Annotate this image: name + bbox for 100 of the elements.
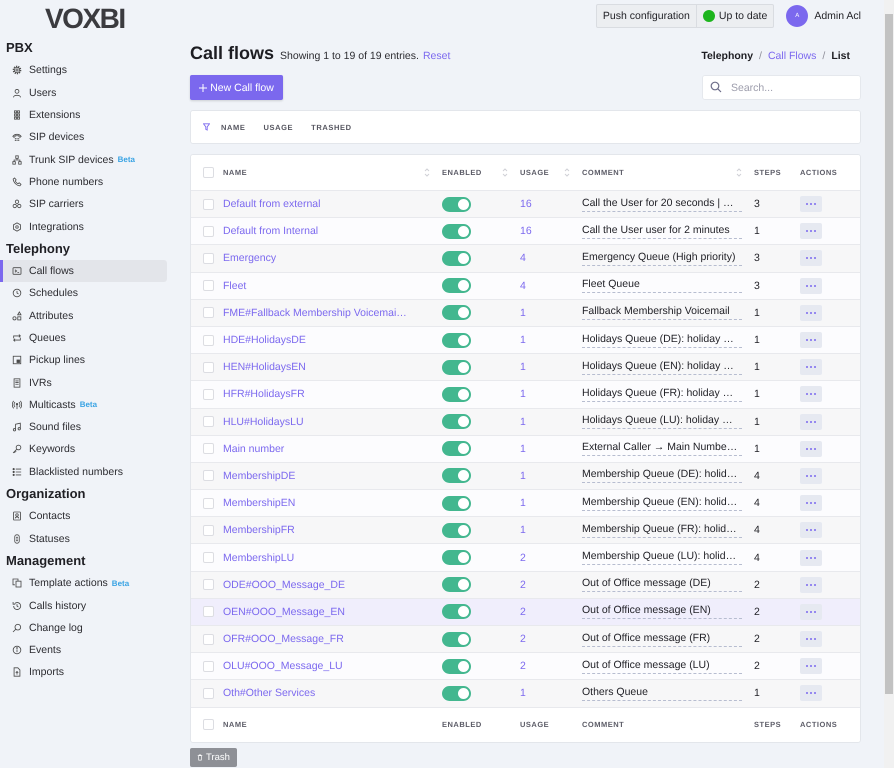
flow-name-link[interactable]: OEN#OOO_Message_EN [223,606,345,618]
enabled-toggle[interactable] [442,550,471,566]
comment-field[interactable]: Others Queue [582,686,742,701]
row-checkbox[interactable] [203,498,214,509]
row-checkbox[interactable] [203,334,214,346]
sidebar-item[interactable]: SIP devices [0,126,167,148]
flow-name-link[interactable]: MembershipFR [223,524,295,536]
row-checkbox[interactable] [203,416,214,428]
flow-name-link[interactable]: OLU#OOO_Message_LU [223,660,343,672]
row-checkbox[interactable] [203,362,214,373]
select-all-checkbox[interactable] [203,167,214,178]
flow-name-link[interactable]: Emergency [223,252,276,264]
row-checkbox[interactable] [203,226,214,237]
comment-field[interactable]: Membership Queue (EN): holid… [582,496,742,511]
actions-button[interactable] [800,522,822,538]
usage-link[interactable]: 4 [520,280,526,292]
enabled-toggle[interactable] [442,360,471,375]
sidebar-item[interactable]: Sound files [0,416,167,438]
flow-name-link[interactable]: HEN#HolidaysEN [223,361,306,374]
enabled-toggle[interactable] [442,522,471,538]
actions-button[interactable] [800,468,822,484]
enabled-toggle[interactable] [442,332,471,348]
actions-button[interactable] [800,604,822,620]
comment-field[interactable]: Out of Office message (DE) [582,577,742,592]
sidebar-item[interactable]: SIP carriers [0,193,167,216]
usage-link[interactable]: 1 [520,334,526,346]
usage-link[interactable]: 1 [520,442,526,455]
sidebar-item[interactable]: Trunk SIP devices Beta [0,148,167,171]
flow-name-link[interactable]: MembershipLU [223,552,294,564]
comment-field[interactable]: Fallback Membership Voicemail [582,305,742,320]
usage-link[interactable]: 1 [520,306,526,319]
enabled-toggle[interactable] [442,305,471,320]
usage-link[interactable]: 2 [520,578,526,591]
comment-field[interactable]: Membership Queue (DE): holid… [582,468,742,484]
row-checkbox[interactable] [203,579,214,590]
row-checkbox[interactable] [203,660,214,672]
row-checkbox[interactable] [203,688,214,699]
row-checkbox[interactable] [203,606,214,618]
user-name[interactable]: Admin Acl [814,10,861,22]
row-checkbox[interactable] [203,252,214,264]
sort-icon[interactable] [564,167,570,178]
sort-icon[interactable] [502,167,508,178]
comment-field[interactable]: Call the User user for 2 minutes [582,224,742,239]
row-checkbox[interactable] [203,470,214,482]
sidebar-item[interactable]: Blacklisted numbers [0,460,167,483]
flow-name-link[interactable]: Default from external [223,198,320,210]
actions-button[interactable] [800,414,822,430]
enabled-toggle[interactable] [442,414,471,430]
usage-link[interactable]: 2 [520,660,526,672]
flow-name-link[interactable]: Oth#Other Services [223,687,316,700]
enabled-toggle[interactable] [442,496,471,511]
scrollbar[interactable] [884,0,894,768]
select-all-checkbox[interactable] [203,719,214,730]
sidebar-item[interactable]: Queues [0,326,167,350]
sort-icon[interactable] [736,167,742,178]
actions-button[interactable] [800,685,822,702]
sidebar-item[interactable]: Multicasts Beta [0,394,167,416]
search-field[interactable]: Search... [702,75,861,100]
usage-link[interactable]: 2 [520,633,526,646]
sidebar-item[interactable]: Events [0,639,167,662]
reset-link[interactable]: Reset [422,50,450,62]
new-call-flow-button[interactable]: New Call flow [190,75,283,100]
actions-button[interactable] [800,576,822,593]
row-checkbox[interactable] [203,552,214,564]
enabled-toggle[interactable] [442,386,471,402]
comment-field[interactable]: Fleet Queue [582,278,742,294]
flow-name-link[interactable]: MembershipEN [223,497,296,510]
sidebar-item[interactable]: Pickup lines [0,349,167,372]
usage-link[interactable]: 4 [520,252,526,264]
comment-field[interactable]: Call the User for 20 seconds | … [582,196,742,212]
sidebar-item[interactable]: Extensions [0,104,167,126]
actions-button[interactable] [800,550,822,566]
sidebar-item[interactable]: Call flows [0,260,167,282]
comment-field[interactable]: Membership Queue (FR): holid… [582,522,742,538]
comment-field[interactable]: Out of Office message (LU) [582,658,742,674]
usage-link[interactable]: 2 [520,552,526,564]
flow-name-link[interactable]: HLU#HolidaysLU [223,416,304,428]
breadcrumb-link[interactable]: Call Flows [768,50,816,62]
sidebar-item[interactable]: Users [0,82,167,104]
actions-button[interactable] [800,196,822,212]
comment-field[interactable]: Holidays Queue (DE): holiday … [582,332,742,348]
usage-link[interactable]: 1 [520,497,526,510]
enabled-toggle[interactable] [442,658,471,674]
flow-name-link[interactable]: Default from Internal [223,225,318,238]
enabled-toggle[interactable] [442,604,471,620]
sidebar-item[interactable]: Template actions Beta [0,572,167,594]
row-checkbox[interactable] [203,634,214,645]
comment-field[interactable]: Out of Office message (FR) [582,632,742,647]
row-checkbox[interactable] [203,443,214,454]
actions-button[interactable] [800,332,822,348]
usage-link[interactable]: 1 [520,416,526,428]
usage-link[interactable]: 1 [520,687,526,700]
push-configuration-button[interactable]: Push configuration [596,4,697,26]
usage-link[interactable]: 16 [520,225,532,238]
sidebar-item[interactable]: Statuses [0,528,167,550]
sidebar-item[interactable]: Contacts [0,505,167,528]
comment-field[interactable]: Holidays Queue (LU): holiday … [582,414,742,430]
row-checkbox[interactable] [203,307,214,318]
enabled-toggle[interactable] [442,441,471,456]
actions-button[interactable] [800,223,822,240]
